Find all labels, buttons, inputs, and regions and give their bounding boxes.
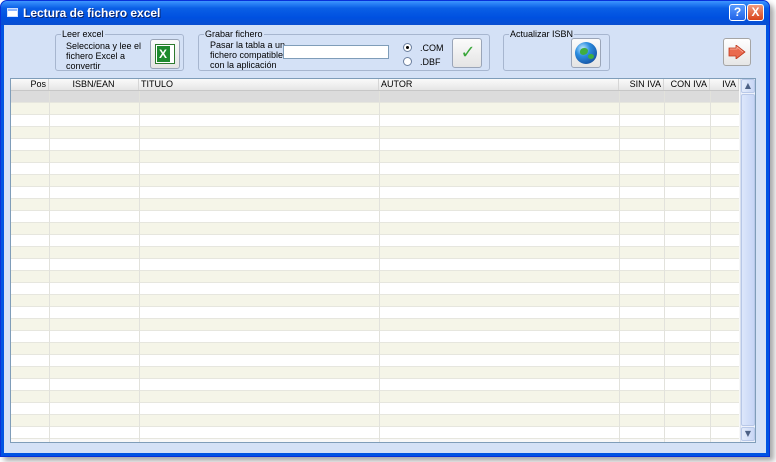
radio-dbf-label: .DBF: [420, 57, 441, 67]
grid-header: Pos ISBN/EAN TITULO AUTOR SIN IVA CON IV…: [11, 79, 739, 91]
grid-rows: [11, 91, 739, 442]
save-file-button[interactable]: ✓: [452, 38, 482, 68]
actualizar-isbn-group: Actualizar ISBN: [503, 29, 610, 71]
column-divider: [619, 91, 620, 442]
column-header-sin-iva[interactable]: SIN IVA: [619, 79, 664, 90]
read-excel-button[interactable]: [150, 39, 180, 69]
leer-excel-group-title: Leer excel: [61, 29, 105, 39]
table-row[interactable]: [11, 427, 739, 439]
table-row[interactable]: [11, 91, 739, 103]
table-row[interactable]: [11, 211, 739, 223]
table-row[interactable]: [11, 151, 739, 163]
window-icon: [7, 8, 18, 17]
column-divider: [710, 91, 711, 442]
leer-excel-group: Leer excel Selecciona y lee el fichero E…: [55, 29, 184, 71]
table-row[interactable]: [11, 343, 739, 355]
table-row[interactable]: [11, 295, 739, 307]
table-row[interactable]: [11, 391, 739, 403]
title-bar[interactable]: Lectura de fichero excel ? X: [1, 1, 769, 25]
table-row[interactable]: [11, 379, 739, 391]
table-row[interactable]: [11, 103, 739, 115]
column-divider: [49, 91, 50, 442]
leer-excel-description-line-3: convertir: [66, 61, 101, 71]
table-row[interactable]: [11, 283, 739, 295]
table-row[interactable]: [11, 235, 739, 247]
radio-com-label: .COM: [420, 43, 444, 53]
help-button[interactable]: ?: [729, 4, 746, 21]
table-row[interactable]: [11, 331, 739, 343]
main-window: Lectura de fichero excel ? X Leer excel …: [0, 0, 770, 457]
table-row[interactable]: [11, 115, 739, 127]
leer-excel-description-line-2: fichero Excel a: [66, 51, 126, 61]
window-title: Lectura de fichero excel: [23, 6, 161, 20]
column-divider: [139, 91, 140, 442]
leer-excel-description-line-1: Selecciona y lee el: [66, 41, 142, 51]
table-row[interactable]: [11, 175, 739, 187]
window-client-area: Leer excel Selecciona y lee el fichero E…: [4, 25, 766, 453]
filename-input[interactable]: [283, 45, 389, 59]
table-row[interactable]: [11, 307, 739, 319]
exit-arrow-icon: [728, 45, 746, 59]
table-row[interactable]: [11, 319, 739, 331]
scroll-down-button[interactable]: ▼: [741, 427, 755, 441]
radio-dbf[interactable]: [403, 57, 412, 66]
vertical-scrollbar[interactable]: ▲ ▼: [740, 79, 755, 442]
table-row[interactable]: [11, 355, 739, 367]
column-header-pos[interactable]: Pos: [11, 79, 49, 90]
globe-icon: [575, 42, 597, 64]
grabar-fichero-description-line-2: fichero compatible: [210, 50, 284, 60]
data-grid[interactable]: Pos ISBN/EAN TITULO AUTOR SIN IVA CON IV…: [10, 78, 756, 443]
table-row[interactable]: [11, 259, 739, 271]
table-row[interactable]: [11, 187, 739, 199]
table-row[interactable]: [11, 403, 739, 415]
excel-icon: [155, 44, 175, 64]
table-row[interactable]: [11, 199, 739, 211]
column-header-isbn[interactable]: ISBN/EAN: [49, 79, 139, 90]
table-row[interactable]: [11, 127, 739, 139]
update-isbn-button[interactable]: [571, 38, 601, 68]
column-header-iva[interactable]: IVA: [710, 79, 739, 90]
grabar-fichero-description-line-1: Pasar la tabla a un: [210, 40, 286, 50]
column-divider: [379, 91, 380, 442]
table-row[interactable]: [11, 139, 739, 151]
table-row[interactable]: [11, 163, 739, 175]
column-header-autor[interactable]: AUTOR: [379, 79, 619, 90]
column-divider: [664, 91, 665, 442]
table-row[interactable]: [11, 415, 739, 427]
column-header-titulo[interactable]: TITULO: [139, 79, 379, 90]
scroll-up-button[interactable]: ▲: [741, 79, 755, 93]
table-row[interactable]: [11, 223, 739, 235]
grabar-fichero-group-title: Grabar fichero: [204, 29, 264, 39]
checkmark-icon: ✓: [460, 42, 476, 63]
radio-com[interactable]: [403, 43, 412, 52]
column-header-con-iva[interactable]: CON IVA: [664, 79, 710, 90]
actualizar-isbn-group-title: Actualizar ISBN: [509, 29, 575, 39]
close-button[interactable]: X: [747, 4, 764, 21]
scroll-thumb[interactable]: [741, 94, 755, 426]
table-row[interactable]: [11, 271, 739, 283]
table-row[interactable]: [11, 247, 739, 259]
table-row[interactable]: [11, 367, 739, 379]
grabar-fichero-description-line-3: con la aplicación: [210, 60, 277, 70]
exit-button[interactable]: [723, 38, 751, 66]
